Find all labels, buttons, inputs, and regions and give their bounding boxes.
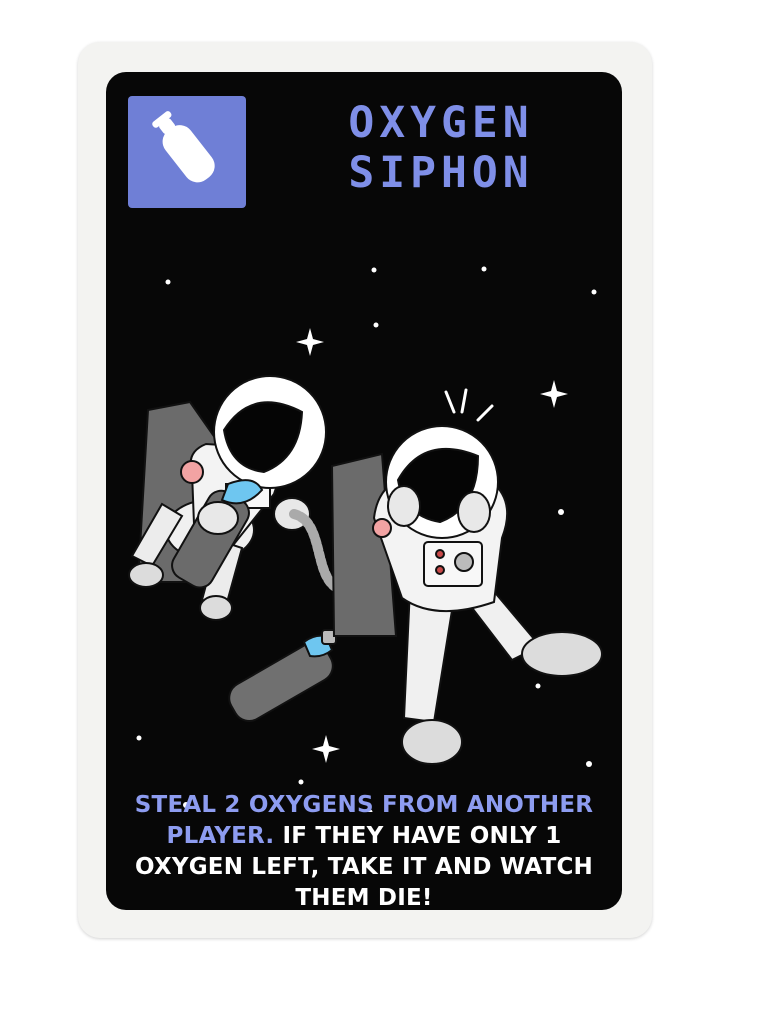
astronaut-siphoning xyxy=(128,375,347,621)
card-effect-text: STEAL 2 OXYGENS FROM ANOTHER PLAYER. IF … xyxy=(120,790,608,910)
card-title-line-1: OXYGEN xyxy=(348,98,534,148)
astronaut-suffocating xyxy=(330,388,603,765)
oxygen-tank-icon xyxy=(152,111,215,183)
card-illustration xyxy=(128,266,603,812)
card-type-badge xyxy=(128,96,246,208)
card-face[interactable]: OXYGEN SIPHON STEAL 2 OXYGENS FROM ANOTH… xyxy=(106,72,622,910)
oxygen-tank-floating xyxy=(228,629,337,722)
card-title-line-2: SIPHON xyxy=(348,148,534,198)
shock-lines xyxy=(444,388,494,422)
card-title: OXYGEN SIPHON xyxy=(296,98,586,198)
